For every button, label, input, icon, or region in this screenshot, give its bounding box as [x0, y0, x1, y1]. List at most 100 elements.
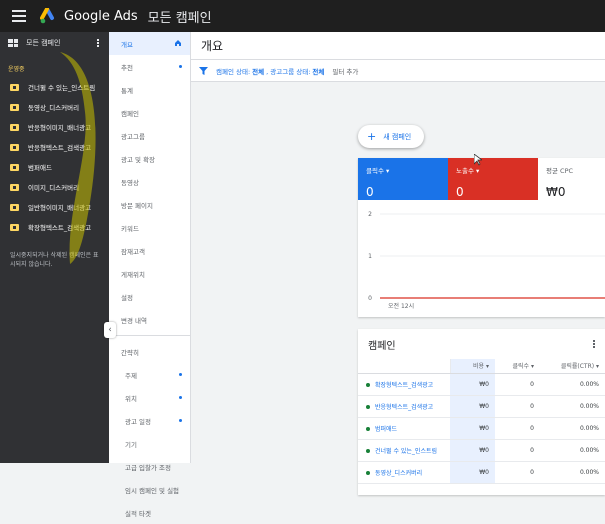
more-vert-icon[interactable] — [593, 340, 595, 348]
status-dot-icon — [366, 470, 370, 475]
nav-label: 광고 일정 — [125, 417, 151, 426]
nav-item-overview[interactable]: 개요 — [109, 32, 190, 55]
sidebar-campaign[interactable]: 동영상_디스커버리 — [0, 97, 109, 117]
clicks-cell: 0 — [495, 461, 540, 484]
col-ctr[interactable]: 클릭률(CTR) ▾ — [540, 359, 605, 374]
nav-item-audiences[interactable]: 잠재고객 — [109, 239, 190, 262]
table-row[interactable]: 확장형텍스트_검색광고 ₩0 0 0.00% — [358, 373, 605, 396]
collapse-sidebar-button[interactable]: ‹ — [104, 322, 116, 338]
clicks-cell: 0 — [495, 373, 540, 396]
ctr-cell: 0.00% — [540, 395, 605, 418]
sidebar-campaign[interactable]: 일반형이미지_배너광고 — [0, 197, 109, 217]
campaign-type-icon — [10, 143, 19, 151]
campaign-table: 비용 ▾ 클릭수 ▾ 클릭률(CTR) ▾ 확장형텍스트_검색광고 ₩0 0 0… — [358, 359, 605, 484]
campaign-name-cell[interactable]: 동영상_디스커버리 — [358, 461, 450, 484]
nav-item-locations[interactable]: 위치 — [109, 386, 190, 409]
breadcrumb[interactable]: 모든 캠페인 — [148, 7, 212, 26]
nav-label: 방문 페이지 — [121, 201, 153, 210]
sidebar-campaign[interactable]: 범퍼애드 — [0, 157, 109, 177]
sidebar-campaign[interactable]: 반응형텍스트_검색광고 — [0, 137, 109, 157]
nav-item-videos[interactable]: 동영상 — [109, 170, 190, 193]
metric-clicks[interactable]: 클릭수 ▾ 0 — [358, 158, 448, 200]
table-header: 비용 ▾ 클릭수 ▾ 클릭률(CTR) ▾ — [358, 359, 605, 374]
nav-item-performance-targets[interactable]: 실적 타겟 — [109, 501, 190, 524]
hidden-campaigns-note: 일시중지되거나 삭제된 캠페인은 표시되지 않습니다. — [10, 252, 99, 268]
add-filter-link[interactable]: 필터 추가 — [332, 66, 358, 76]
metric-impressions[interactable]: 노출수 ▾ 0 — [448, 158, 538, 200]
campaign-type-icon — [10, 203, 19, 211]
campaign-name-cell[interactable]: 건너뛸 수 있는_인스트림 — [358, 439, 450, 462]
metric-label: 평균 CPC — [546, 167, 574, 175]
nav-item-ad-groups[interactable]: 광고그룹 — [109, 124, 190, 147]
cost-cell: ₩0 — [450, 373, 495, 396]
plus-icon: + — [367, 130, 377, 143]
nav-item-landing-pages[interactable]: 방문 페이지 — [109, 193, 190, 216]
nav-item-keywords[interactable]: 키워드 — [109, 216, 190, 239]
sidebar-campaign[interactable]: 이미지_디스커버리 — [0, 177, 109, 197]
nav-label: 개요 — [121, 40, 133, 49]
menu-icon[interactable] — [12, 10, 26, 22]
nav-item-drafts-experiments[interactable]: 임시 캠페인 및 실험 — [109, 478, 190, 501]
metric-value: 0 — [456, 185, 464, 199]
cost-cell: ₩0 — [450, 461, 495, 484]
home-icon — [175, 40, 181, 46]
campaign-label: 이미지_디스커버리 — [28, 184, 80, 192]
filter-icon — [199, 66, 208, 75]
new-campaign-button[interactable]: + 새 캠페인 — [358, 125, 424, 148]
campaign-name-cell[interactable]: 반응형텍스트_검색광고 — [358, 395, 450, 418]
performance-chart: 2 1 0 오전 12시 — [368, 211, 605, 310]
page-nav: 개요 추천 통계 캠페인 광고그룹 광고 및 확장 동영상 방문 페이지 키워드… — [109, 32, 191, 518]
campaign-sidebar: 모든 캠페인 운영중 건너뛸 수 있는_인스트림 동영상_디스커버리 반응형이미… — [0, 32, 109, 463]
status-dot-icon — [366, 404, 370, 409]
col-clicks[interactable]: 클릭수 ▾ — [495, 359, 540, 374]
sidebar-campaign[interactable]: 건너뛸 수 있는_인스트림 — [0, 77, 109, 97]
section-label-active: 운영중 — [8, 66, 25, 73]
metric-avg-cpc[interactable]: 평균 CPC ₩0 — [538, 158, 605, 200]
campaign-name-cell[interactable]: 확장형텍스트_검색광고 — [358, 373, 450, 396]
filter-prefix: 캠페인 상태: — [216, 67, 251, 76]
table-row[interactable]: 범퍼애드 ₩0 0 0.00% — [358, 417, 605, 440]
nav-item-placements[interactable]: 게재위치 — [109, 262, 190, 285]
nav-item-settings[interactable]: 설정 — [109, 285, 190, 308]
sidebar-campaign[interactable]: 반응형이미지_배너광고 — [0, 117, 109, 137]
all-campaigns-header[interactable]: 모든 캠페인 — [0, 32, 109, 54]
col-cost[interactable]: 비용 ▾ — [450, 359, 495, 374]
nav-item-topics[interactable]: 주제 — [109, 363, 190, 386]
campaign-label: 일반형이미지_배너광고 — [28, 204, 92, 212]
metric-value: ₩0 — [546, 185, 566, 199]
campaign-name-cell[interactable]: 범퍼애드 — [358, 417, 450, 440]
campaign-type-icon — [10, 163, 19, 171]
nav-item-ads[interactable]: 광고 및 확장 — [109, 147, 190, 170]
table-row[interactable]: 동영상_디스커버리 ₩0 0 0.00% — [358, 461, 605, 484]
table-row[interactable]: 반응형텍스트_검색광고 ₩0 0 0.00% — [358, 395, 605, 418]
nav-item-campaigns[interactable]: 캠페인 — [109, 101, 190, 124]
nav-item-ad-schedule[interactable]: 광고 일정 — [109, 409, 190, 432]
clicks-cell: 0 — [495, 395, 540, 418]
more-vert-icon[interactable] — [97, 39, 99, 47]
nav-item-insights[interactable]: 통계 — [109, 78, 190, 101]
nav-label: 캠페인 — [121, 109, 139, 118]
all-campaigns-label: 모든 캠페인 — [26, 39, 61, 47]
y-tick-label: 1 — [368, 253, 372, 260]
nav-item-devices[interactable]: 기기 — [109, 432, 190, 455]
nav-label: 설정 — [121, 293, 133, 302]
nav-label: 통계 — [121, 86, 133, 95]
nav-collapse-toggle[interactable]: 간략히 — [109, 340, 190, 363]
nav-label: 변경 내역 — [121, 316, 147, 325]
notification-dot — [179, 419, 182, 422]
google-ads-logo — [40, 8, 54, 24]
nav-label: 잠재고객 — [121, 247, 145, 256]
nav-label: 임시 캠페인 및 실험 — [125, 486, 180, 495]
sidebar-campaign[interactable]: 확장형텍스트_검색광고 — [0, 217, 109, 237]
campaign-type-icon — [10, 223, 19, 231]
main-content: 개요 캠페인 상태: 전체 , 광고그룹 상태: 전체 필터 추가 + 새 캠페… — [191, 32, 605, 495]
ctr-cell: 0.00% — [540, 373, 605, 396]
table-row[interactable]: 건너뛸 수 있는_인스트림 ₩0 0 0.00% — [358, 439, 605, 462]
nav-label: 위치 — [125, 394, 137, 403]
nav-item-bid-adjustments[interactable]: 고급 입찰가 조정 — [109, 455, 190, 478]
status-dot-icon — [366, 426, 370, 431]
page-title: 개요 — [191, 32, 605, 60]
nav-item-recommendations[interactable]: 추천 — [109, 55, 190, 78]
nav-item-change-history[interactable]: 변경 내역 — [109, 308, 190, 331]
filter-bar[interactable]: 캠페인 상태: 전체 , 광고그룹 상태: 전체 필터 추가 — [191, 60, 605, 82]
